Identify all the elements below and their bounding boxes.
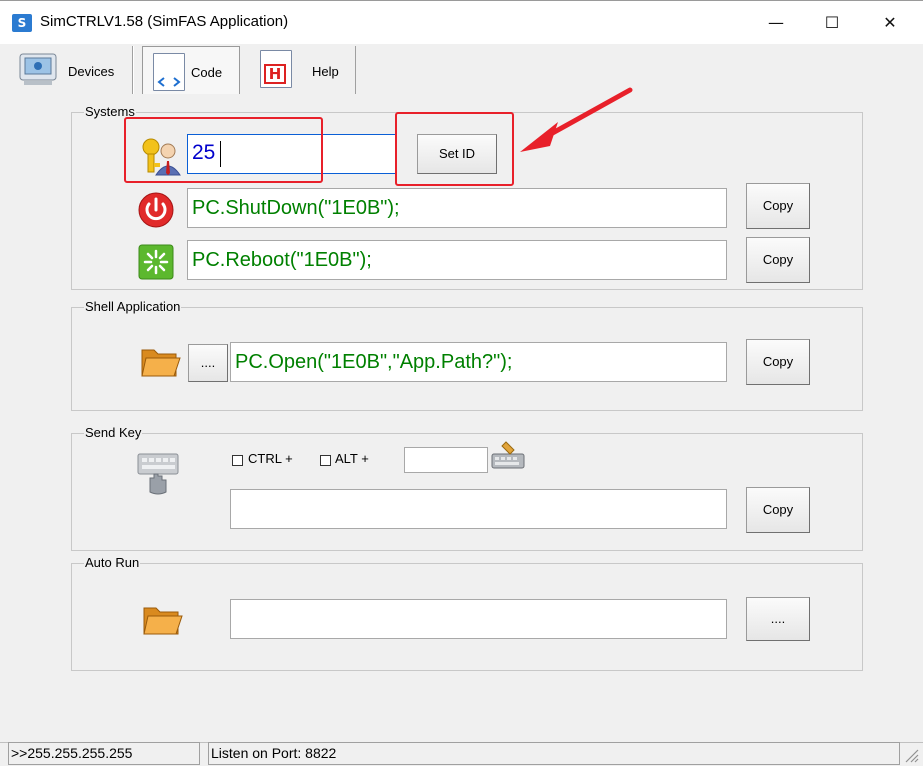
code-label: Code (191, 65, 223, 80)
autorun-path-field[interactable] (230, 599, 727, 639)
close-button[interactable]: ✕ (866, 9, 914, 37)
reboot-code-field[interactable]: PC.Reboot("1E0B"); (187, 240, 727, 280)
annotation-box-id (124, 117, 323, 183)
window-title: SimCTRLV1.58 (SimFAS Application) (40, 13, 289, 30)
open-code-field[interactable]: PC.Open("1E0B","App.Path?"); (230, 342, 727, 382)
reboot-icon (138, 244, 174, 280)
folder-icon (141, 349, 181, 377)
keyboard-hand-icon (137, 453, 179, 495)
code-icon (153, 53, 185, 91)
minimize-button[interactable]: — (752, 9, 800, 37)
key-input[interactable] (404, 447, 488, 473)
copy-reboot-button[interactable]: Copy (746, 237, 810, 283)
shutdown-code-field[interactable]: PC.ShutDown("1E0B"); (187, 188, 727, 228)
sendkey-code-field[interactable] (230, 489, 727, 529)
help-icon: H (264, 64, 286, 84)
ctrl-checkbox[interactable] (232, 455, 243, 466)
help-label: Help (312, 64, 339, 79)
maximize-button[interactable]: ☐ (808, 9, 856, 37)
ctrl-label: CTRL + (248, 451, 293, 466)
resize-grip-icon[interactable] (903, 747, 919, 763)
send-key-group-label: Send Key (84, 425, 143, 440)
devices-icon (19, 53, 57, 85)
power-icon (138, 192, 174, 228)
copy-open-button[interactable]: Copy (746, 339, 810, 385)
annotation-box-setid (395, 112, 514, 186)
toolbar-separator (132, 46, 134, 94)
app-icon: S (12, 14, 32, 32)
alt-checkbox[interactable] (320, 455, 331, 466)
keyboard-pick-icon[interactable] (490, 440, 526, 472)
status-port: Listen on Port: 8822 (208, 742, 900, 765)
annotation-arrow (520, 87, 633, 152)
devices-tab[interactable]: Devices (10, 46, 132, 94)
alt-label: ALT + (335, 451, 369, 466)
toolbar-separator (355, 46, 356, 94)
shell-browse-button[interactable]: .... (188, 344, 228, 382)
status-address: >>255.255.255.255 (8, 742, 200, 765)
autorun-browse-button[interactable]: .... (746, 597, 810, 641)
autorun-folder-icon (143, 607, 183, 635)
devices-label: Devices (68, 64, 115, 79)
shell-application-group-label: Shell Application (84, 299, 182, 314)
auto-run-group-label: Auto Run (84, 555, 141, 570)
code-tab[interactable]: Code (142, 46, 240, 94)
copy-shutdown-button[interactable]: Copy (746, 183, 810, 229)
title-bar: S SimCTRLV1.58 (SimFAS Application) — ☐ … (0, 0, 923, 44)
copy-sendkey-button[interactable]: Copy (746, 487, 810, 533)
help-tab[interactable]: H Help (250, 46, 355, 94)
